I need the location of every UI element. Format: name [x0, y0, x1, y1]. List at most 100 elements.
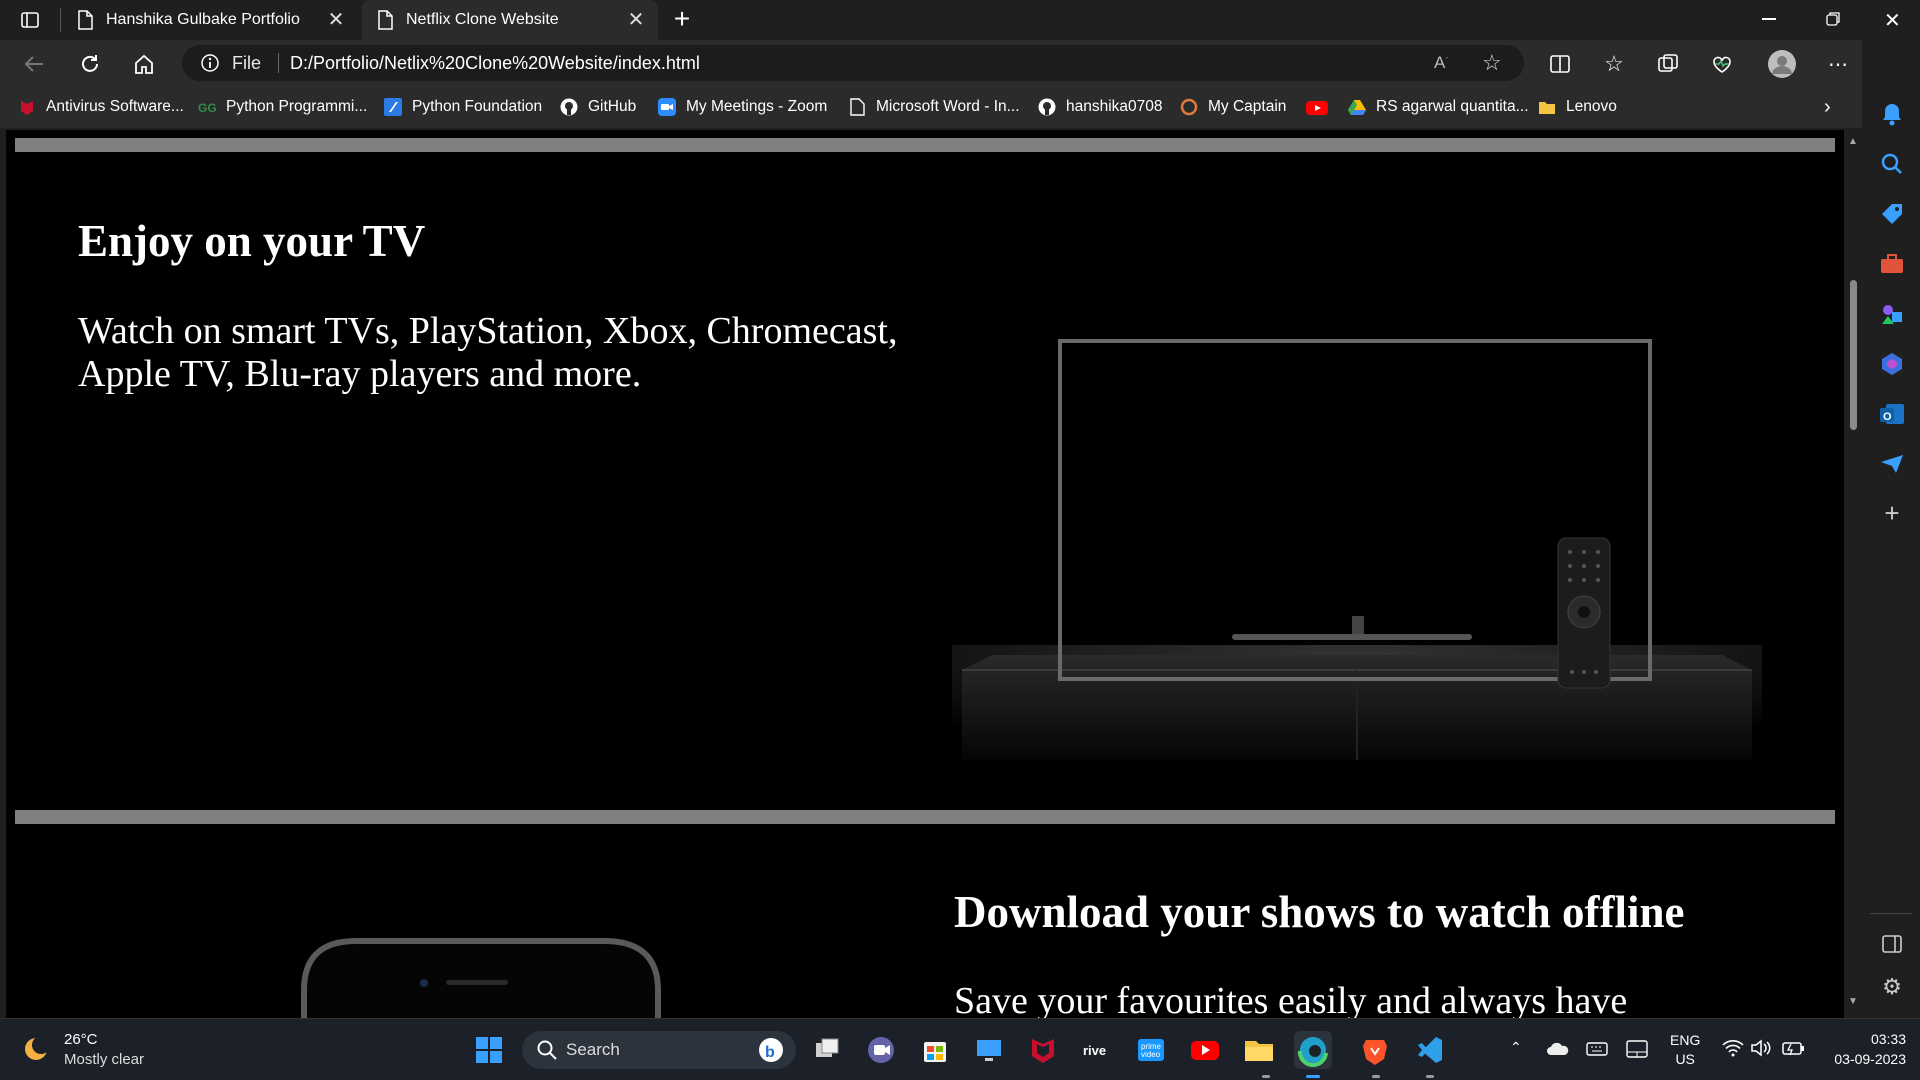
edge-browser-icon[interactable] [1294, 1031, 1332, 1069]
search-icon[interactable] [1878, 150, 1906, 178]
mcafee-taskbar-icon[interactable] [1024, 1031, 1062, 1069]
sidebar-toggle-icon[interactable] [1878, 930, 1906, 958]
tab-actions-icon[interactable] [20, 10, 40, 30]
notification-bell-icon[interactable] [1878, 100, 1906, 128]
bookmark-microsoft-word[interactable]: Microsoft Word - In... [848, 96, 1020, 118]
close-icon[interactable]: ✕ [626, 10, 646, 30]
wifi-icon[interactable] [1722, 1039, 1744, 1062]
battery-icon[interactable] [1782, 1039, 1806, 1062]
tab-strip: Hanshika Gulbake Portfolio ✕ Netflix Clo… [0, 0, 1920, 40]
touchpad-icon[interactable] [1626, 1040, 1648, 1063]
svg-text:rive: rive [1083, 1043, 1106, 1058]
brave-browser-icon[interactable] [1356, 1031, 1394, 1069]
close-icon[interactable]: ✕ [326, 10, 346, 30]
minimize-icon[interactable] [1762, 18, 1776, 20]
shopping-tag-icon[interactable] [1878, 200, 1906, 228]
scroll-up-icon[interactable]: ▲ [1848, 136, 1858, 147]
bookmark-lenovo[interactable]: Lenovo [1538, 96, 1617, 118]
page-scrollbar[interactable]: ▲ ▼ [1844, 130, 1862, 1018]
search-icon [536, 1039, 558, 1066]
bing-icon: b [758, 1037, 784, 1068]
onedrive-cloud-icon[interactable] [1546, 1041, 1570, 1062]
back-icon[interactable] [16, 46, 52, 82]
profile-avatar[interactable] [1764, 46, 1800, 82]
mycaptain-icon [1180, 98, 1198, 116]
file-explorer-icon[interactable] [1240, 1031, 1278, 1069]
page-icon [76, 10, 94, 30]
volume-icon[interactable] [1750, 1039, 1772, 1062]
vscode-icon[interactable] [1410, 1031, 1448, 1069]
window-close-icon[interactable]: ✕ [1884, 8, 1904, 32]
games-icon[interactable] [1878, 300, 1906, 328]
scrollbar-thumb[interactable] [1850, 280, 1857, 430]
office-icon[interactable] [1878, 350, 1906, 378]
new-tab-icon[interactable]: + [668, 5, 696, 34]
bookmark-python-foundation[interactable]: Python Foundation [384, 96, 542, 118]
drive-icon [1348, 98, 1366, 116]
remote-desktop-icon[interactable] [970, 1031, 1008, 1069]
document-icon [848, 98, 866, 116]
browser-essentials-icon[interactable] [1704, 46, 1740, 82]
weather-temp: 26°C [64, 1031, 98, 1048]
teams-chat-icon[interactable] [862, 1031, 900, 1069]
taskbar-indicator [1426, 1075, 1434, 1078]
start-windows-icon[interactable] [470, 1031, 508, 1069]
collections-icon[interactable] [1650, 46, 1686, 82]
section-download-text: Save your favourites easily and always h… [954, 980, 1628, 1018]
youtube-app-icon[interactable] [1186, 1031, 1224, 1069]
github-icon [1038, 98, 1056, 116]
folder-icon [1538, 98, 1556, 116]
file-scheme-label: File [232, 53, 262, 73]
url-text[interactable]: D:/Portfolio/Netlix%20Clone%20Website/in… [290, 53, 700, 74]
read-aloud-icon[interactable]: Aᐧ [1434, 53, 1448, 73]
restore-icon[interactable] [1826, 12, 1840, 26]
add-icon[interactable]: + [1878, 500, 1906, 528]
section-tv-heading: Enjoy on your TV [78, 216, 426, 266]
geeks-icon: GG [198, 98, 217, 116]
bookmark-github[interactable]: GitHub [560, 96, 636, 118]
chevron-right-icon[interactable]: › [1824, 96, 1831, 119]
clock-time: 03:33 [1870, 1031, 1906, 1047]
favorite-star-icon[interactable]: ☆ [1482, 50, 1502, 76]
microsoft-store-icon[interactable] [916, 1031, 954, 1069]
prime-video-icon[interactable]: prime video [1132, 1031, 1170, 1069]
taskbar-search-box[interactable]: Search b [522, 1031, 796, 1069]
section-download-heading: Download your shows to watch offline [954, 887, 1685, 937]
mcafee-icon [18, 98, 36, 116]
scroll-down-icon[interactable]: ▼ [1848, 996, 1858, 1007]
address-bar[interactable]: File D:/Portfolio/Netlix%20Clone%20Websi… [182, 45, 1524, 81]
bookmark-hanshika0708[interactable]: hanshika0708 [1038, 96, 1163, 118]
bookmark-zoom[interactable]: My Meetings - Zoom [658, 96, 827, 118]
divider [15, 138, 1835, 152]
bookmark-rs-agarwal[interactable]: RS agarwal quantita... [1348, 96, 1529, 118]
settings-gear-icon[interactable]: ⚙ [1878, 974, 1906, 1002]
tab-portfolio[interactable]: Hanshika Gulbake Portfolio ✕ [62, 0, 358, 40]
split-screen-icon[interactable] [1542, 46, 1578, 82]
favorites-icon[interactable]: ☆ [1596, 46, 1632, 82]
task-view-icon[interactable] [808, 1031, 846, 1069]
youtube-icon [1306, 98, 1328, 116]
keyboard-icon[interactable] [1586, 1041, 1608, 1062]
tab-netflix-clone[interactable]: Netflix Clone Website ✕ [362, 0, 658, 40]
bookmark-python-programming[interactable]: GG Python Programmi... [198, 96, 367, 118]
tools-icon[interactable] [1878, 250, 1906, 278]
more-menu-icon[interactable]: ⋯ [1820, 46, 1856, 82]
weather-widget[interactable]: 26°C Mostly clear [18, 1029, 198, 1073]
send-icon[interactable] [1878, 450, 1906, 478]
rive-icon[interactable]: rive [1078, 1031, 1116, 1069]
bookmark-my-captain[interactable]: My Captain [1180, 96, 1286, 118]
refresh-icon[interactable] [72, 46, 108, 82]
outlook-icon[interactable]: O [1878, 400, 1906, 428]
system-clock[interactable]: 03:33 03-09-2023 [1818, 1029, 1906, 1069]
phone-image [296, 935, 666, 1018]
windows-taskbar: 26°C Mostly clear Search b rive prime vid… [0, 1018, 1920, 1080]
bookmark-antivirus[interactable]: Antivirus Software... [18, 96, 184, 118]
language-indicator[interactable]: ENG US [1670, 1031, 1700, 1069]
bookmark-youtube[interactable] [1306, 96, 1328, 118]
clock-date: 03-09-2023 [1834, 1051, 1906, 1067]
web-page: Enjoy on your TV Watch on smart TVs, Pla… [6, 130, 1844, 1018]
info-icon[interactable] [200, 53, 220, 78]
home-icon[interactable] [126, 46, 162, 82]
chevron-up-icon[interactable]: ⌃ [1510, 1039, 1522, 1056]
url-separator [278, 53, 279, 73]
